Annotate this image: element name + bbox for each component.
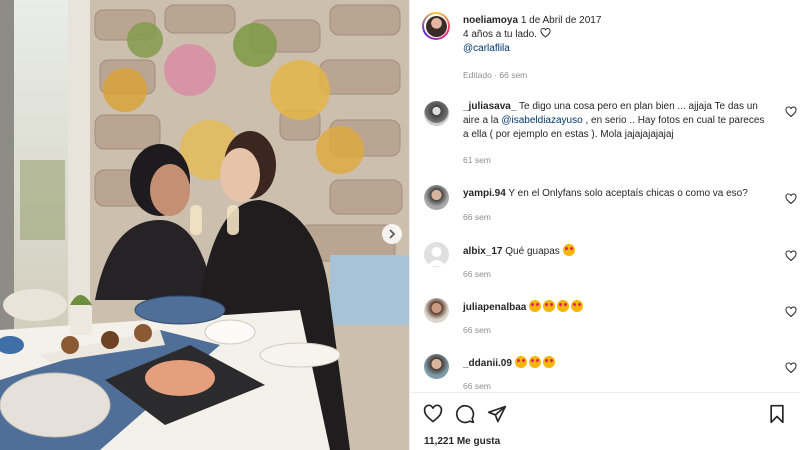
post-view: noeliamoya 1 de Abril de 2017 4 años a t… <box>0 0 800 450</box>
caption-mention[interactable]: @carlaflila <box>463 43 510 54</box>
comment-username[interactable]: yampi.94 <box>463 188 506 199</box>
chevron-right-icon <box>389 229 396 239</box>
author-username[interactable]: noeliamoya <box>463 15 518 26</box>
heart-eyes-emoji <box>528 356 541 368</box>
author-avatar[interactable] <box>422 12 450 40</box>
comment-text: Qué guapas <box>502 246 560 257</box>
carousel-next-button[interactable] <box>382 224 402 244</box>
heart-eyes-emoji <box>557 300 570 312</box>
post-photo[interactable] <box>0 0 409 450</box>
paper-plane-icon[interactable] <box>487 404 507 424</box>
comment-item: _ddanii.09 66 sem <box>410 354 800 392</box>
comment-username[interactable]: albix_17 <box>463 246 502 257</box>
heart-eyes-emoji <box>529 300 542 312</box>
edited-label: Editado · 66 sem <box>463 70 528 80</box>
comment-mention[interactable]: @isabeldiazayuso <box>501 115 582 126</box>
likes-count[interactable]: 11,221 Me gusta <box>424 436 500 447</box>
comment-like-icon[interactable] <box>785 362 797 374</box>
commenter-avatar[interactable] <box>424 185 449 210</box>
comment-like-icon[interactable] <box>785 306 797 318</box>
caption-text: 4 años a tu lado. <box>463 29 537 40</box>
heart-outline-icon <box>540 28 551 38</box>
side-panel: noeliamoya 1 de Abril de 2017 4 años a t… <box>409 0 800 450</box>
commenter-avatar[interactable] <box>424 101 449 126</box>
heart-eyes-emoji <box>542 356 555 368</box>
comment-item: yampi.94 Y en el Onlyfans solo aceptaís … <box>410 185 800 230</box>
comment-time: 66 sem <box>463 212 491 222</box>
default-avatar-icon[interactable] <box>424 242 449 267</box>
comment-item: albix_17 Qué guapas 66 sem <box>410 242 800 287</box>
post-date: 1 de Abril de 2017 <box>520 15 602 26</box>
bookmark-icon[interactable] <box>767 404 787 424</box>
heart-eyes-emoji <box>571 300 584 312</box>
comment-username[interactable]: juliapenalbaa <box>463 302 526 313</box>
comment-time: 66 sem <box>463 381 491 391</box>
heart-eyes-emoji <box>543 300 556 312</box>
comment-icon[interactable] <box>455 404 475 424</box>
commenter-avatar[interactable] <box>424 354 449 379</box>
comment-like-icon[interactable] <box>785 250 797 262</box>
comment-text: Y en el Onlyfans solo aceptaís chicas o … <box>505 188 748 199</box>
comment-username[interactable]: _juliasava_ <box>463 101 516 112</box>
heart-eyes-emoji <box>514 356 527 368</box>
comment-username[interactable]: _ddanii.09 <box>463 358 512 369</box>
comment-like-icon[interactable] <box>785 193 797 205</box>
comments-list[interactable]: noeliamoya 1 de Abril de 2017 4 años a t… <box>410 0 800 392</box>
heart-eyes-emoji <box>562 244 575 256</box>
comment-time: 66 sem <box>463 325 491 335</box>
comment-time: 61 sem <box>463 155 491 165</box>
comment-item: juliapenalbaa 66 sem <box>410 298 800 343</box>
commenter-avatar[interactable] <box>424 298 449 323</box>
post-caption: noeliamoya 1 de Abril de 2017 4 años a t… <box>410 10 800 90</box>
comment-time: 66 sem <box>463 269 491 279</box>
photo-image <box>0 0 409 450</box>
comment-item: _juliasava_ Te digo una cosa pero en pla… <box>410 100 800 170</box>
heart-icon[interactable] <box>423 404 443 424</box>
comment-like-icon[interactable] <box>785 106 797 118</box>
